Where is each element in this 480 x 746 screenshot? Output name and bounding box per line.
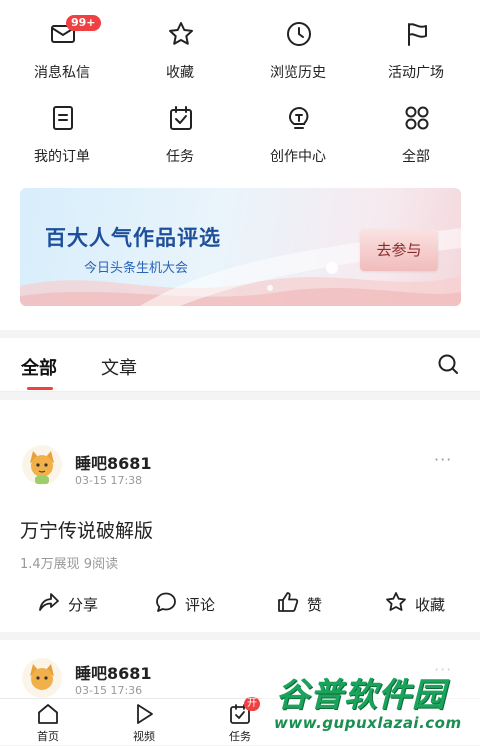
menu-creator[interactable]: 创作中心 — [238, 84, 358, 165]
active-tab-indicator — [27, 387, 53, 390]
task-icon — [170, 106, 192, 130]
thumbs-up-icon — [278, 592, 299, 612]
avatar[interactable] — [22, 445, 62, 485]
post-time: 03-15 17:38 — [75, 474, 143, 487]
menu-label: 任务 — [166, 149, 194, 165]
favorite-label: 收藏 — [415, 596, 446, 614]
post-stats: 1.4万展现 9阅读 — [20, 557, 119, 572]
post-card[interactable]: 睡吧8681 03-15 17:38 ··· 万宁传说破解版 1.4万展现 9阅… — [0, 400, 480, 632]
menu-label: 活动广场 — [388, 65, 444, 81]
menu-label: 浏览历史 — [270, 65, 326, 81]
watermark-title: 谷普软件园 — [276, 675, 446, 714]
menu-label: 消息私信 — [34, 65, 90, 81]
banner-join-button[interactable]: 去参与 — [360, 229, 438, 271]
post-time: 03-15 17:36 — [75, 684, 143, 697]
share-icon — [39, 593, 59, 611]
promo-banner[interactable]: 百大人气作品评选 今日头条生机大会 去参与 — [20, 188, 461, 306]
order-icon — [53, 106, 73, 130]
all-icon — [405, 106, 429, 130]
like-label: 赞 — [307, 596, 323, 614]
comment-icon — [156, 592, 176, 612]
tab-articles[interactable]: 文章 — [101, 354, 137, 380]
more-options-icon[interactable]: ··· — [434, 450, 452, 469]
menu-messages[interactable]: 99+ 消息私信 — [2, 0, 122, 81]
watermark: 谷普软件园 www.gupuxlazai.com — [262, 668, 480, 745]
bulb-icon — [289, 107, 309, 129]
post-author[interactable]: 睡吧8681 — [75, 660, 152, 684]
search-icon[interactable] — [437, 353, 459, 375]
message-badge: 99+ — [66, 15, 101, 31]
avatar-image — [22, 658, 62, 698]
menu-activity[interactable]: 活动广场 — [356, 0, 476, 81]
comment-label: 评论 — [185, 596, 216, 614]
watermark-url: www.gupuxlazai.com — [274, 714, 462, 732]
clock-icon — [287, 22, 311, 46]
menu-label: 全部 — [402, 149, 430, 165]
menu-all[interactable]: 全部 — [356, 84, 476, 165]
flag-icon — [408, 23, 427, 46]
share-label: 分享 — [68, 596, 99, 614]
post-title[interactable]: 万宁传说破解版 — [20, 516, 153, 543]
menu-history[interactable]: 浏览历史 — [238, 0, 358, 81]
banner-title: 百大人气作品评选 — [45, 226, 221, 250]
menu-label: 我的订单 — [34, 149, 90, 165]
nav-label: 首页 — [37, 730, 59, 743]
content-tabs: 全部 文章 — [0, 338, 480, 392]
post-author[interactable]: 睡吧8681 — [75, 450, 152, 474]
menu-tasks[interactable]: 任务 — [120, 84, 240, 165]
menu-favorites[interactable]: 收藏 — [120, 0, 240, 81]
star-icon — [169, 22, 193, 45]
avatar[interactable] — [22, 658, 62, 698]
tab-all[interactable]: 全部 — [21, 354, 57, 380]
nav-video[interactable]: 视频 — [96, 699, 192, 746]
menu-label: 创作中心 — [270, 149, 326, 165]
avatar-image — [22, 445, 62, 485]
banner-subtitle: 今日头条生机大会 — [84, 261, 189, 276]
home-icon — [38, 704, 58, 724]
menu-orders[interactable]: 我的订单 — [2, 84, 122, 165]
menu-label: 收藏 — [166, 65, 194, 81]
task-badge: 开 — [244, 697, 260, 711]
star-outline-icon — [386, 592, 406, 611]
nav-label: 视频 — [133, 730, 155, 743]
nav-home[interactable]: 首页 — [0, 699, 96, 746]
menu-section: 99+ 消息私信 收藏 浏览历史 活动广场 我的订单 任务 创作中心 全部 百大… — [0, 0, 480, 330]
video-icon — [137, 704, 153, 724]
